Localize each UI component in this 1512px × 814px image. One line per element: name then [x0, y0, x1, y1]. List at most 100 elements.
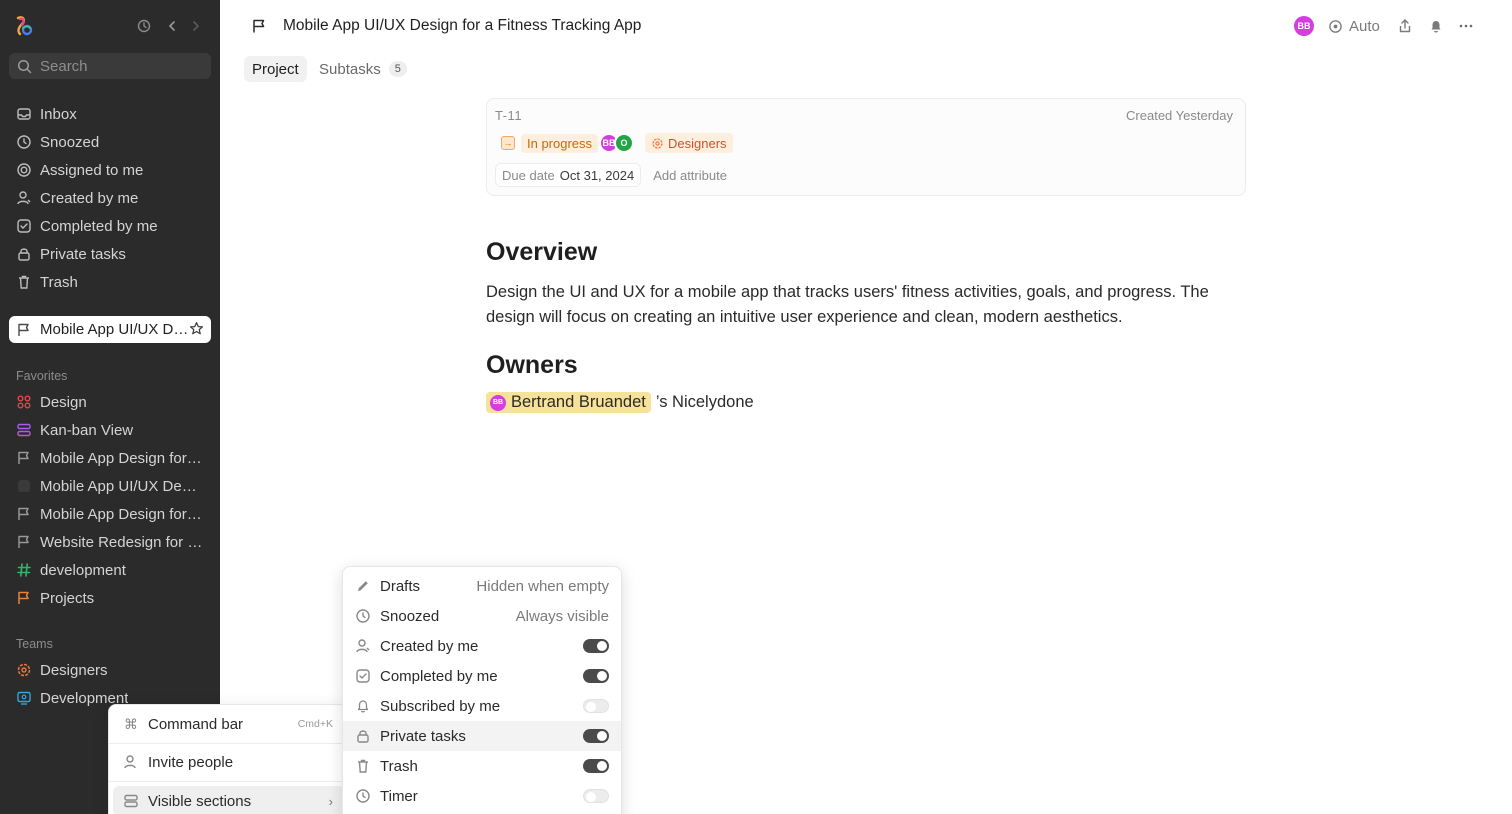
favorite-item-project[interactable]: Website Redesign for a…: [9, 529, 211, 555]
overview-heading: Overview: [486, 238, 598, 266]
sidebar-item-label: Snoozed: [40, 133, 100, 151]
status-badge[interactable]: → In progress: [495, 133, 604, 153]
back-chevron-icon[interactable]: [164, 18, 180, 34]
team-item-designers[interactable]: Designers: [9, 657, 211, 683]
sidebar-item-snoozed[interactable]: Snoozed: [9, 129, 211, 155]
history-icon[interactable]: [136, 18, 152, 34]
team-label: Designers: [668, 135, 727, 151]
trash-icon: [358, 759, 368, 773]
due-date-value: Oct 31, 2024: [559, 167, 635, 183]
command-bar-item[interactable]: ⌘ Command bar Cmd+K: [113, 709, 345, 739]
header-avatar[interactable]: BB: [1294, 16, 1314, 36]
bell-icon: [357, 700, 369, 713]
owners-heading: Owners: [486, 351, 578, 379]
favorite-item-project[interactable]: Mobile App Design for …: [9, 445, 211, 471]
section-visibility-value[interactable]: Always visible: [516, 608, 609, 625]
favorite-item-design[interactable]: Design: [9, 389, 211, 415]
flag-icon: [18, 591, 29, 604]
due-date-attribute[interactable]: Due date Oct 31, 2024: [495, 163, 642, 187]
arrow-right-icon: →: [501, 136, 515, 150]
tab-label: Subtasks: [319, 60, 381, 78]
share-icon[interactable]: [1397, 18, 1413, 34]
stack-icon: [124, 794, 138, 808]
user-mention[interactable]: BB Bertrand Bruandet: [486, 392, 651, 413]
favorite-item-label: Website Redesign for a…: [40, 533, 204, 551]
search-input[interactable]: [40, 57, 190, 75]
star-icon[interactable]: [189, 321, 204, 336]
lock-icon: [357, 730, 369, 743]
sidebar-item-private[interactable]: Private tasks: [9, 241, 211, 267]
tab-label: Project: [252, 60, 299, 78]
attribute-row: Due date Oct 31, 2024 Add attribute: [495, 163, 727, 187]
search-box[interactable]: [9, 53, 211, 79]
target-icon: [17, 163, 31, 177]
section-label: Subscribed by me: [380, 697, 501, 715]
sidebar-item-current-project[interactable]: Mobile App UI/UX D…: [9, 316, 211, 343]
lock-icon: [18, 248, 30, 261]
toggle-switch[interactable]: [583, 639, 609, 653]
section-label: Snoozed: [380, 607, 440, 625]
flag-icon: [253, 19, 265, 33]
section-label: Drafts: [380, 577, 421, 595]
visible-sections-item[interactable]: Visible sections ›: [113, 786, 345, 814]
tab-subtasks[interactable]: Subtasks 5: [311, 56, 415, 82]
sidebar-item-created[interactable]: Created by me: [9, 185, 211, 211]
avatar: BB: [490, 394, 506, 411]
tab-project[interactable]: Project: [244, 56, 307, 82]
square-icon: [18, 480, 30, 492]
section-row-private[interactable]: Private tasks: [343, 721, 621, 751]
sidebar-item-completed[interactable]: Completed by me: [9, 213, 211, 239]
section-row-timer[interactable]: Timer: [343, 781, 621, 811]
add-attribute-button[interactable]: Add attribute: [653, 168, 727, 183]
sidebar-item-assigned[interactable]: Assigned to me: [9, 157, 211, 183]
section-label: Trash: [380, 757, 418, 775]
forward-chevron-icon[interactable]: [188, 18, 204, 34]
section-visibility-value[interactable]: Hidden when empty: [476, 578, 609, 595]
section-row-trash[interactable]: Trash: [343, 751, 621, 781]
assignees[interactable]: BB O: [599, 133, 639, 153]
favorite-item-project[interactable]: Mobile App Design for …: [9, 501, 211, 527]
section-row-drafts[interactable]: Drafts Hidden when empty: [343, 571, 621, 601]
avatar: BB: [1294, 16, 1314, 36]
flag-icon: [18, 507, 29, 520]
play-circle-icon: [1329, 20, 1342, 33]
toggle-switch[interactable]: [583, 669, 609, 683]
favorite-item-label: Design: [40, 393, 87, 411]
toggle-switch[interactable]: [583, 729, 609, 743]
favorite-item-project[interactable]: Mobile App UI/UX Desi…: [9, 473, 211, 499]
auto-button[interactable]: Auto: [1328, 18, 1380, 35]
sidebar-item-inbox[interactable]: Inbox: [9, 101, 211, 127]
toggle-switch[interactable]: [583, 789, 609, 803]
favorite-item-development[interactable]: development: [9, 557, 211, 583]
favorite-item-projects[interactable]: Projects: [9, 585, 211, 611]
section-row-completed[interactable]: Completed by me: [343, 661, 621, 691]
owner-suffix: ’s Nicelydone: [655, 393, 754, 411]
menu-divider: [109, 743, 347, 744]
pencil-icon: [358, 581, 368, 591]
sidebar-item-trash[interactable]: Trash: [9, 269, 211, 295]
overview-paragraph[interactable]: Design the UI and UX for a mobile app th…: [486, 280, 1256, 330]
section-row-subscribed[interactable]: Subscribed by me: [343, 691, 621, 721]
task-id: T-11: [495, 108, 523, 123]
team-badge[interactable]: Designers: [645, 133, 733, 153]
section-row-created[interactable]: Created by me: [343, 631, 621, 661]
flag-icon: [18, 323, 29, 336]
gear-icon: [17, 663, 31, 677]
toggle-switch[interactable]: [583, 699, 609, 713]
bell-icon[interactable]: [1428, 18, 1444, 34]
chevron-right-icon: ›: [328, 793, 333, 809]
page-title: Mobile App UI/UX Design for a Fitness Tr…: [283, 17, 642, 34]
more-icon[interactable]: [1458, 18, 1474, 34]
invite-people-item[interactable]: Invite people: [113, 747, 345, 777]
clock-icon: [356, 609, 370, 623]
section-row-snoozed[interactable]: Snoozed Always visible: [343, 601, 621, 631]
favorite-item-label: Mobile App Design for …: [40, 505, 204, 523]
toggle-switch[interactable]: [583, 759, 609, 773]
app-logo-icon[interactable]: [14, 15, 34, 37]
shortcut-hint: Cmd+K: [297, 718, 333, 730]
check-square-icon: [17, 219, 31, 233]
mention-name: Bertrand Bruandet: [511, 393, 646, 411]
menu-divider: [109, 781, 347, 782]
favorite-item-label: Mobile App Design for …: [40, 449, 204, 467]
favorite-item-kanban[interactable]: Kan-ban View: [9, 417, 211, 443]
